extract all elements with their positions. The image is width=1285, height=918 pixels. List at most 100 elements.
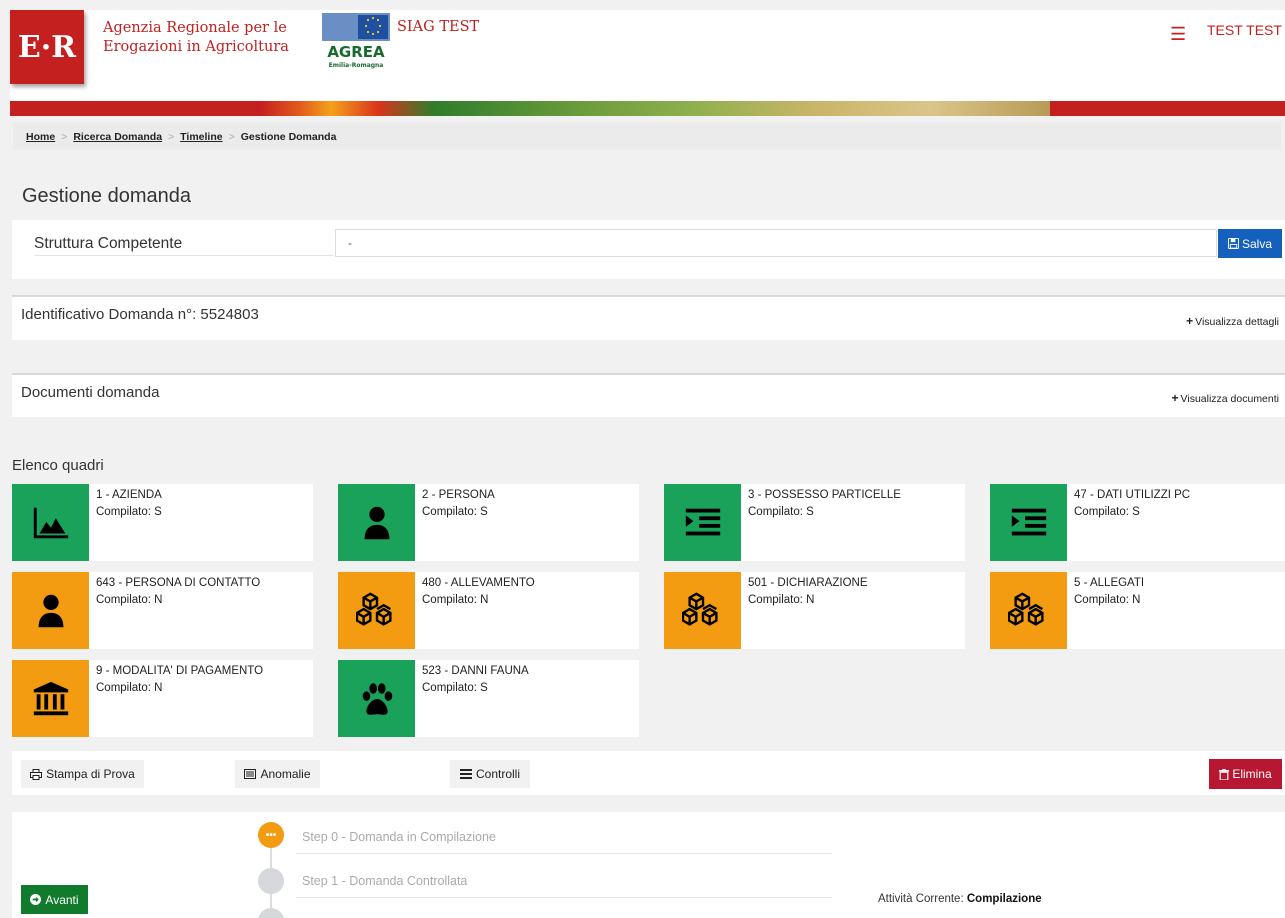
agency-name: Agenzia Regionale per le Erogazioni in A… xyxy=(103,19,289,57)
documenti-title: Documenti domanda xyxy=(21,384,160,401)
quadro-tile[interactable]: 47 - DATI UTILIZZI PC Compilato: S xyxy=(990,484,1285,561)
controls-button[interactable]: Controlli xyxy=(450,760,530,788)
struttura-field[interactable]: - xyxy=(335,229,1217,257)
system-name: SIAG TEST xyxy=(397,19,480,35)
next-label: Avanti xyxy=(45,892,79,907)
step-divider xyxy=(296,897,832,898)
quadro-status: Compilato: N xyxy=(96,682,163,694)
quadro-tile[interactable]: 501 - DICHIARAZIONE Compilato: N xyxy=(664,572,965,649)
tasks-icon xyxy=(459,769,472,779)
step-1-dot xyxy=(258,868,284,894)
app-header: E·R Agenzia Regionale per le Erogazioni … xyxy=(10,10,1285,102)
quadro-tile[interactable]: 643 - PERSONA DI CONTATTO Compilato: N xyxy=(12,572,313,649)
quadro-tile[interactable]: 5 - ALLEGATI Compilato: N xyxy=(990,572,1285,649)
quadro-status: Compilato: N xyxy=(748,594,815,606)
delete-button[interactable]: Elimina xyxy=(1209,759,1282,789)
agrea-logo-graphic: AGREA Emilia-Romagna xyxy=(322,13,390,70)
er-logo-text: E·R xyxy=(17,29,77,65)
print-preview-button[interactable]: Stampa di Prova xyxy=(21,760,144,788)
identificativo-title: Identificativo Domanda n°: 5524803 xyxy=(21,306,259,323)
arrow-circle-right-icon xyxy=(30,894,42,905)
controls-label: Controlli xyxy=(475,767,520,781)
quadro-name: 2 - PERSONA xyxy=(422,489,495,501)
quadro-name: 501 - DICHIARAZIONE xyxy=(748,577,868,589)
quadro-tile[interactable]: 1 - AZIENDA Compilato: S xyxy=(12,484,313,561)
indent-list-icon-glyph xyxy=(1011,508,1046,535)
quadro-name: 9 - MODALITA' DI PAGAMENTO xyxy=(96,665,264,677)
visualizza-dettagli-label: Visualizza dettagli xyxy=(1195,316,1279,328)
breadcrumb-timeline[interactable]: Timeline xyxy=(180,131,222,143)
visualizza-documenti-link[interactable]: + Visualizza documenti xyxy=(1172,391,1279,405)
struttura-panel: Struttura Competente - Salva xyxy=(12,220,1285,279)
quadro-name: 1 - AZIENDA xyxy=(96,489,162,501)
quadro-tile[interactable]: 523 - DANNI FAUNA Compilato: S xyxy=(338,660,639,737)
cubes-icon-glyph xyxy=(681,591,718,626)
anomalies-label: Anomalie xyxy=(260,767,311,781)
indent-list-icon xyxy=(664,484,741,561)
print-icon xyxy=(30,768,43,780)
plus-icon: + xyxy=(1186,314,1194,328)
anomalies-button[interactable]: Anomalie xyxy=(235,760,320,788)
quadro-status: Compilato: S xyxy=(422,506,488,518)
agency-line-2: Erogazioni in Agricoltura xyxy=(103,39,289,55)
current-activity-label: Attività Corrente: xyxy=(878,893,964,905)
banner-image xyxy=(260,101,1050,116)
save-button[interactable]: Salva xyxy=(1218,229,1282,258)
quadro-status: Compilato: S xyxy=(96,506,162,518)
cubes-icon-glyph xyxy=(1007,591,1044,626)
user-icon-glyph xyxy=(364,506,389,539)
paw-icon xyxy=(338,660,415,737)
quadro-name: 523 - DANNI FAUNA xyxy=(422,665,529,677)
quadro-name: 3 - POSSESSO PARTICELLE xyxy=(748,489,901,501)
agrea-logo-text: AGREA xyxy=(327,43,385,61)
breadcrumb-separator: > xyxy=(168,131,175,143)
quadro-status: Compilato: S xyxy=(422,682,488,694)
quadro-status: Compilato: N xyxy=(422,594,489,606)
elenco-quadri-title: Elenco quadri xyxy=(12,457,104,474)
hamburger-icon[interactable]: ☰ xyxy=(1170,24,1186,45)
cubes-icon xyxy=(338,572,415,649)
print-preview-label: Stampa di Prova xyxy=(46,767,135,781)
user-icon-glyph xyxy=(38,594,63,627)
quadro-tile[interactable]: 3 - POSSESSO PARTICELLE Compilato: S xyxy=(664,484,965,561)
plus-icon: + xyxy=(1171,391,1179,405)
cubes-icon xyxy=(664,572,741,649)
er-logo[interactable]: E·R xyxy=(10,10,84,84)
current-activity-value: Compilazione xyxy=(966,893,1042,905)
cubes-icon-glyph xyxy=(355,591,392,626)
header-banner xyxy=(10,101,1285,116)
next-button[interactable]: Avanti xyxy=(21,885,88,914)
quadro-status: Compilato: N xyxy=(1074,594,1141,606)
documenti-panel: Documenti domanda + Visualizza documenti xyxy=(12,373,1285,417)
action-bar: Stampa di Prova Anomalie Controlli Elimi… xyxy=(12,751,1285,795)
step-0-label: Step 0 - Domanda in Compilazione xyxy=(302,830,496,844)
save-button-label: Salva xyxy=(1241,236,1273,251)
user-icon xyxy=(12,572,89,649)
indent-list-icon xyxy=(990,484,1067,561)
quadro-status: Compilato: S xyxy=(1074,506,1140,518)
user-menu[interactable]: TEST TEST xyxy=(1207,22,1282,38)
identificativo-panel: Identificativo Domanda n°: 5524803 + Visu… xyxy=(12,295,1285,340)
breadcrumb-ricerca-domanda[interactable]: Ricerca Domanda xyxy=(73,131,162,143)
breadcrumb-separator: > xyxy=(61,131,68,143)
agency-line-1: Agenzia Regionale per le xyxy=(103,20,287,36)
workflow-panel: ••• Step 0 - Domanda in Compilazione Ste… xyxy=(12,812,1285,918)
breadcrumb-separator: > xyxy=(228,131,235,143)
bank-icon-glyph xyxy=(33,681,68,715)
area-chart-icon-glyph xyxy=(33,507,68,538)
quadro-name: 5 - ALLEGATI xyxy=(1074,577,1145,589)
step-0-dot: ••• xyxy=(258,822,284,848)
breadcrumb: Home > Ricerca Domanda > Timeline > Gestione D… xyxy=(13,122,1281,150)
quadro-name: 480 - ALLEVAMENTO xyxy=(422,577,535,589)
quadro-tile[interactable]: 9 - MODALITA' DI PAGAMENTO Compilato: N xyxy=(12,660,313,737)
quadro-name: 643 - PERSONA DI CONTATTO xyxy=(96,577,261,589)
quadro-tile[interactable]: 2 - PERSONA Compilato: S xyxy=(338,484,639,561)
area-chart-icon xyxy=(12,484,89,561)
visualizza-documenti-label: Visualizza documenti xyxy=(1180,393,1279,405)
visualizza-dettagli-link[interactable]: + Visualizza dettagli xyxy=(1186,314,1279,328)
struttura-label: Struttura Competente xyxy=(34,235,334,256)
breadcrumb-home[interactable]: Home xyxy=(26,131,55,143)
paw-icon-glyph xyxy=(362,682,392,715)
bank-icon xyxy=(12,660,89,737)
quadro-tile[interactable]: 480 - ALLEVAMENTO Compilato: N xyxy=(338,572,639,649)
